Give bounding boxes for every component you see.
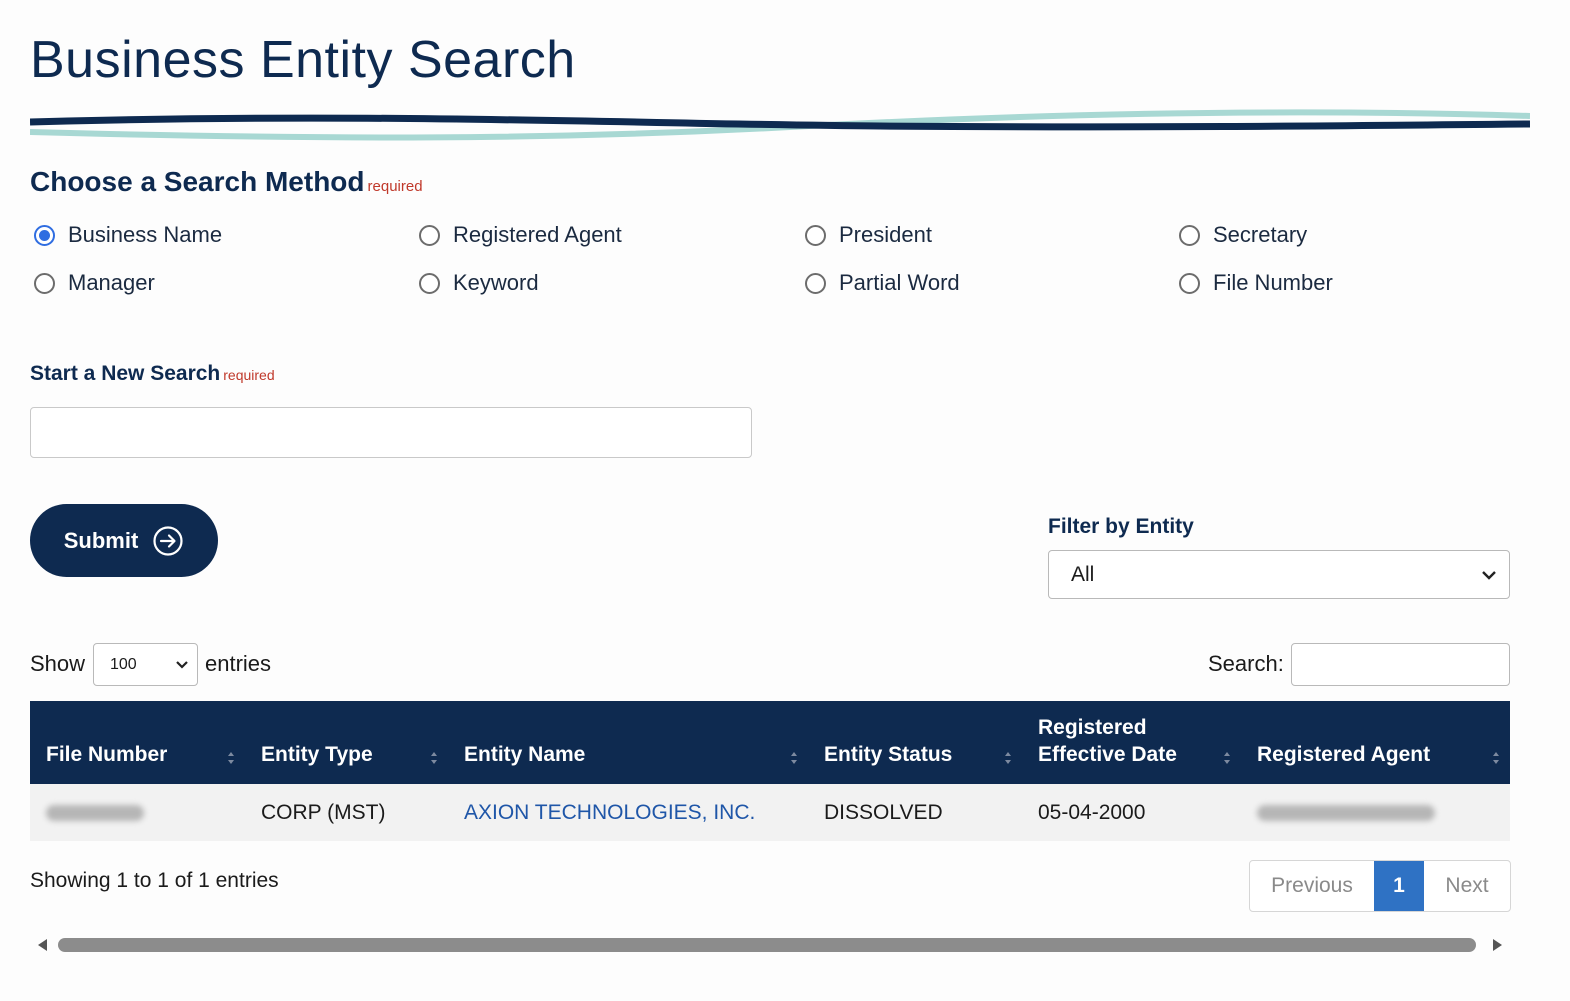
column-header-label: Entity Status	[824, 743, 953, 766]
chevron-down-icon	[1482, 570, 1496, 580]
column-header-entity-status[interactable]: Entity Status	[808, 701, 1022, 784]
radio-business-name[interactable]: Business Name	[34, 222, 222, 248]
scroll-right-arrow-icon[interactable]	[1493, 939, 1502, 951]
radio-partial-word[interactable]: Partial Word	[805, 270, 960, 296]
new-search-input[interactable]	[30, 407, 752, 458]
entries-selected-value: 100	[110, 655, 137, 673]
column-header-label: File Number	[46, 743, 168, 766]
radio-label: Manager	[68, 270, 155, 295]
cell-file-number	[30, 784, 245, 841]
radio-button-checked[interactable]	[34, 224, 55, 246]
filter-by-entity-label: Filter by Entity	[1048, 515, 1194, 538]
column-header-registered-agent[interactable]: Registered Agent	[1241, 701, 1510, 784]
radio-button[interactable]	[419, 224, 440, 246]
table-search-label: Search:	[1208, 651, 1284, 676]
radio-registered-agent[interactable]: Registered Agent	[419, 222, 622, 248]
showing-entries-info: Showing 1 to 1 of 1 entries	[30, 869, 279, 892]
column-header-label: Entity Name	[464, 743, 586, 766]
cell-entity-type: CORP (MST)	[261, 800, 386, 824]
radio-button[interactable]	[34, 272, 55, 294]
column-header-registered-effective-date[interactable]: Registered Effective Date	[1022, 701, 1241, 784]
submit-label: Submit	[63, 527, 139, 553]
cell-entity-status: DISSOLVED	[824, 800, 943, 824]
scroll-left-arrow-icon[interactable]	[38, 939, 47, 951]
cell-entity-name: AXION TECHNOLOGIES, INC.	[448, 784, 808, 841]
radio-label: Partial Word	[839, 270, 960, 295]
radio-label: Keyword	[453, 270, 539, 295]
sort-icon	[1493, 752, 1499, 764]
radio-file-number[interactable]: File Number	[1179, 270, 1333, 296]
next-page-button[interactable]: Next	[1424, 861, 1510, 911]
required-marker: required	[367, 178, 423, 195]
radio-manager[interactable]: Manager	[34, 270, 155, 296]
radio-label: President	[839, 222, 932, 247]
entity-name-link[interactable]: AXION TECHNOLOGIES, INC.	[464, 801, 755, 824]
sort-icon	[1224, 752, 1230, 764]
new-search-heading: Start a New Search required	[30, 362, 275, 386]
sort-icon	[431, 752, 437, 764]
radio-button[interactable]	[805, 272, 826, 294]
entries-label: entries	[205, 651, 272, 676]
arrow-right-circle-icon	[153, 525, 183, 556]
filter-by-entity-select[interactable]: All	[1048, 550, 1510, 599]
cell-effective-date: 05-04-2000	[1038, 800, 1146, 824]
filter-selected-value: All	[1071, 562, 1095, 586]
search-method-label: Choose a Search Method	[30, 166, 365, 197]
column-header-label: Registered Effective Date	[1038, 716, 1177, 766]
table-header-row: File Number Entity Type Entity Name Enti…	[30, 701, 1510, 784]
sort-icon	[228, 752, 234, 764]
pagination: Previous 1 Next	[1249, 860, 1511, 912]
radio-keyword[interactable]: Keyword	[419, 270, 539, 296]
radio-label: Secretary	[1213, 222, 1308, 247]
radio-button[interactable]	[805, 224, 826, 246]
cell-registered-agent	[1241, 784, 1510, 841]
page-title: Business Entity Search	[30, 31, 576, 89]
radio-label: File Number	[1213, 270, 1333, 295]
radio-button[interactable]	[419, 272, 440, 294]
decorative-wave-divider	[30, 109, 1530, 141]
sort-icon	[791, 752, 797, 764]
column-header-file-number[interactable]: File Number	[30, 701, 245, 784]
radio-button[interactable]	[1179, 224, 1200, 246]
redacted-file-number	[46, 804, 144, 821]
radio-label: Registered Agent	[453, 222, 622, 247]
radio-label: Business Name	[68, 222, 223, 247]
column-header-label: Registered Agent	[1257, 743, 1431, 766]
radio-president[interactable]: President	[805, 222, 932, 248]
search-method-heading: Choose a Search Method required	[30, 166, 423, 198]
required-marker: required	[223, 367, 275, 383]
entries-per-page-select[interactable]: 100	[93, 643, 198, 686]
previous-page-button[interactable]: Previous	[1250, 861, 1374, 911]
new-search-label: Start a New Search	[30, 362, 221, 385]
table-search-input[interactable]	[1291, 643, 1510, 686]
column-header-label: Entity Type	[261, 743, 373, 766]
radio-secretary[interactable]: Secretary	[1179, 222, 1307, 248]
column-header-entity-type[interactable]: Entity Type	[245, 701, 448, 784]
table-row: CORP (MST) AXION TECHNOLOGIES, INC. DISS…	[30, 784, 1510, 841]
show-label: Show	[30, 651, 86, 676]
column-header-entity-name[interactable]: Entity Name	[448, 701, 808, 784]
redacted-registered-agent	[1257, 804, 1435, 821]
page-1-button[interactable]: 1	[1374, 861, 1424, 911]
radio-button[interactable]	[1179, 272, 1200, 294]
scrollbar-thumb[interactable]	[58, 938, 1476, 952]
chevron-down-icon	[176, 661, 188, 669]
results-table: File Number Entity Type Entity Name Enti…	[30, 701, 1510, 841]
horizontal-scrollbar[interactable]	[30, 933, 1510, 957]
submit-button[interactable]: Submit	[30, 504, 218, 577]
sort-icon	[1005, 752, 1011, 764]
